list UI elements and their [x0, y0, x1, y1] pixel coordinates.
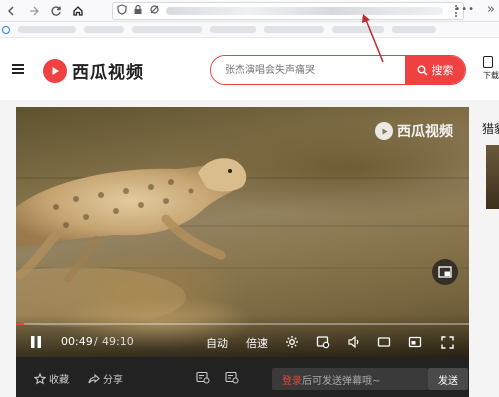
- loop-play-icon[interactable]: [315, 334, 331, 350]
- picture-in-picture-button[interactable]: [432, 259, 458, 285]
- share-button[interactable]: 分享: [88, 371, 123, 386]
- progress-bar[interactable]: [16, 323, 469, 325]
- shield-icon[interactable]: [117, 4, 127, 18]
- url-bar[interactable]: [112, 2, 464, 20]
- chevron-right-icon[interactable]: »: [487, 2, 495, 17]
- mini-player-icon[interactable]: [407, 334, 423, 350]
- more-icon[interactable]: •••: [454, 4, 475, 15]
- favorite-label: 收藏: [49, 375, 69, 386]
- reload-icon[interactable]: [46, 1, 66, 21]
- bookmark-item[interactable]: [84, 26, 124, 33]
- danmu-settings-icon[interactable]: [225, 371, 239, 384]
- logo[interactable]: 西瓜视频: [43, 58, 144, 83]
- video-action-bar: 收藏 分享 登录 后可发送弹幕哦~ 发送: [16, 357, 469, 397]
- send-danmu-button[interactable]: 发送: [428, 368, 468, 390]
- star-icon: [34, 372, 46, 384]
- bookmark-item[interactable]: [210, 26, 256, 33]
- duration: 49:10: [102, 335, 134, 348]
- progress-fill: [16, 323, 24, 325]
- share-label: 分享: [103, 375, 123, 386]
- download-label: 下载: [483, 71, 499, 80]
- bookmark-item[interactable]: [264, 26, 324, 33]
- danmu-placeholder: 后可发送弹幕哦~: [302, 375, 381, 387]
- download-icon: [483, 56, 493, 68]
- site-header: 西瓜视频 搜索 下载: [0, 38, 499, 100]
- bookmarks-bar: [0, 22, 499, 38]
- bookmark-item[interactable]: [18, 26, 76, 33]
- quality-auto-button[interactable]: 自动: [206, 335, 228, 351]
- settings-gear-icon[interactable]: [284, 334, 300, 350]
- pause-icon[interactable]: [28, 334, 44, 350]
- volume-icon[interactable]: [346, 334, 362, 350]
- menu-icon[interactable]: [12, 64, 24, 74]
- pip-icon: [438, 266, 452, 278]
- search-button[interactable]: 搜索: [405, 56, 465, 84]
- danmu-toggle-icon[interactable]: [196, 371, 210, 384]
- speed-button[interactable]: 倍速: [246, 335, 268, 351]
- danmu-login-link[interactable]: 登录: [282, 372, 302, 387]
- url-text: [166, 7, 443, 15]
- share-icon: [88, 373, 100, 383]
- side-video-title[interactable]: 猎豹: [482, 120, 499, 137]
- forward-icon[interactable]: [24, 1, 44, 21]
- time-separator: /: [94, 335, 98, 348]
- bookmark-icon[interactable]: [2, 25, 10, 34]
- favorite-button[interactable]: 收藏: [34, 371, 69, 386]
- back-icon[interactable]: [2, 1, 22, 21]
- bookmark-item[interactable]: [132, 26, 202, 33]
- fullscreen-icon[interactable]: [439, 334, 455, 350]
- theater-mode-icon[interactable]: [376, 334, 392, 350]
- lock-icon[interactable]: [133, 4, 143, 18]
- search-box: 搜索: [210, 55, 466, 85]
- search-icon: [417, 65, 428, 76]
- watermark-text: 西瓜视频: [397, 124, 453, 140]
- danmu-input[interactable]: 登录 后可发送弹幕哦~: [272, 368, 428, 390]
- bookmark-item[interactable]: [332, 26, 384, 33]
- home-icon[interactable]: [68, 1, 88, 21]
- player-controls: 00:49 / 49:10 自动 倍速: [16, 314, 469, 357]
- logo-text: 西瓜视频: [72, 63, 144, 83]
- xigua-watermark-icon: [375, 122, 393, 140]
- side-video-thumbnail[interactable]: [486, 145, 499, 209]
- bookmark-item[interactable]: [392, 26, 436, 33]
- video-player[interactable]: 西瓜视频 00:49 / 49:10 自动 倍速: [16, 107, 469, 357]
- download-button[interactable]: 下载: [483, 56, 499, 86]
- permissions-icon[interactable]: [149, 4, 160, 18]
- search-input[interactable]: [211, 56, 405, 84]
- video-watermark: 西瓜视频: [375, 121, 453, 141]
- xigua-logo-icon: [43, 58, 67, 83]
- search-button-label: 搜索: [431, 64, 454, 77]
- current-time: 00:49: [61, 335, 93, 348]
